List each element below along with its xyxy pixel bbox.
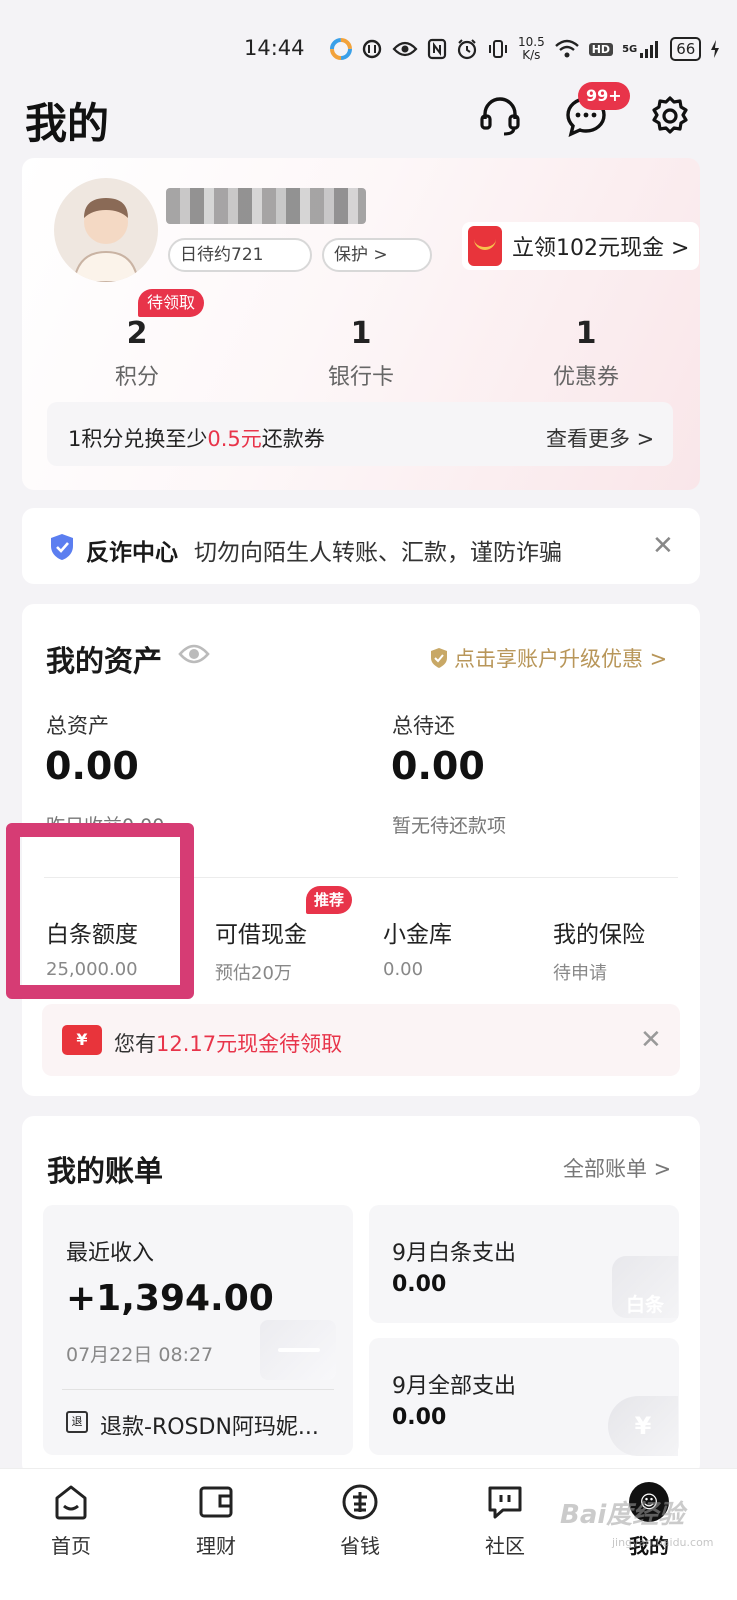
- stat-coupons[interactable]: 1 优惠券: [511, 316, 661, 391]
- total-due-value[interactable]: 0.00: [391, 744, 485, 788]
- nfc-icon: [427, 38, 447, 60]
- page-title: 我的: [25, 99, 110, 148]
- total-due-label: 总待还: [392, 714, 455, 738]
- save-icon: [342, 1484, 378, 1520]
- quick-item-vault[interactable]: 小金库 0.00: [383, 915, 452, 980]
- arrow-left-icon: [260, 1320, 336, 1380]
- points-label: 积分: [114, 365, 159, 390]
- eye-icon[interactable]: [178, 640, 210, 672]
- quick-item-cash-loan[interactable]: 可借现金 预估20万: [215, 915, 307, 985]
- baitiao-spending-label: 9月白条支出: [392, 1241, 516, 1266]
- status-time: 14:44: [244, 36, 305, 60]
- insurance-status: 待申请: [553, 963, 607, 984]
- community-icon: [488, 1486, 522, 1519]
- points-value: 2: [126, 316, 148, 351]
- cash-promo-button[interactable]: 立领102元现金 >: [462, 222, 700, 270]
- account-upgrade-link[interactable]: 点击享账户升级优惠 >: [430, 643, 667, 673]
- eye-comfort-icon: [392, 40, 418, 58]
- refund-text: 退款-ROSDN阿玛妮...: [100, 1415, 319, 1440]
- quick-item-insurance[interactable]: 我的保险 待申请: [553, 915, 645, 985]
- cash-claim-text: 您有12.17元现金待领取: [114, 1032, 343, 1056]
- anti-fraud-title: 反诈中心: [86, 540, 178, 566]
- battery-indicator: 66: [670, 37, 702, 61]
- all-spending-label: 9月全部支出: [392, 1374, 516, 1399]
- bills-title: 我的账单: [47, 1154, 164, 1188]
- avatar[interactable]: [54, 178, 158, 282]
- hd-icon: HD: [588, 42, 614, 56]
- coupons-value: 1: [575, 316, 597, 351]
- watermark-url: jingyan.baidu.com: [612, 1536, 714, 1549]
- close-icon[interactable]: ✕: [640, 1027, 662, 1053]
- close-icon[interactable]: ✕: [652, 533, 674, 559]
- anti-fraud-text: 切勿向陌生人转账、汇款，谨防诈骗: [194, 540, 562, 566]
- wifi-icon: [554, 39, 580, 59]
- stat-points[interactable]: 2 积分: [62, 316, 212, 391]
- no-due-text: 暂无待还款项: [392, 815, 507, 837]
- insurance-label: 我的保险: [553, 922, 645, 948]
- data-saver-icon: [361, 38, 383, 60]
- headset-icon: [480, 97, 520, 136]
- recommend-badge: 推荐: [306, 886, 353, 914]
- bank-cards-value: 1: [350, 316, 372, 351]
- recent-income-label: 最近收入: [66, 1241, 155, 1266]
- yen-coin-icon: ¥: [608, 1396, 678, 1456]
- all-bills-link[interactable]: 全部账单 >: [563, 1153, 671, 1183]
- vibrate-icon: [487, 38, 509, 60]
- shield-icon: [48, 532, 76, 566]
- baitiao-spending-value: 0.00: [392, 1272, 447, 1297]
- alarm-icon: [456, 38, 478, 60]
- home-icon: [55, 1485, 87, 1520]
- bank-cards-label: 银行卡: [327, 365, 394, 390]
- cash-yen-icon: ¥: [62, 1025, 102, 1055]
- recent-income-time: 07月22日 08:27: [66, 1344, 214, 1366]
- pending-claim-badge: 待领取: [138, 289, 205, 317]
- settings-button[interactable]: [644, 90, 696, 142]
- cash-loan-estimate: 预估20万: [215, 963, 292, 984]
- username-redacted: [166, 188, 366, 224]
- cash-loan-label: 可借现金: [215, 922, 307, 948]
- tab-save-money[interactable]: 省钱: [300, 1482, 420, 1559]
- customer-service-button[interactable]: [474, 90, 526, 142]
- avatar-image: [72, 198, 140, 282]
- gear-icon: [652, 96, 688, 134]
- badge-shield-icon: [431, 648, 447, 668]
- tab-finance[interactable]: 理财: [156, 1482, 276, 1559]
- annotation-highlight-box: [6, 823, 194, 999]
- coupons-label: 优惠券: [552, 365, 619, 390]
- net-speed: 10.5 K/s: [518, 35, 545, 62]
- wallet-icon: [199, 1486, 233, 1518]
- signal-icon: 5G: [622, 39, 661, 59]
- points-exchange-text: 1积分兑换至少0.5元还款券: [68, 427, 325, 451]
- stat-bank-cards[interactable]: 1 银行卡: [286, 316, 436, 391]
- tab-community[interactable]: 社区: [445, 1482, 565, 1559]
- assets-title: 我的资产: [46, 644, 163, 678]
- view-more-link[interactable]: 查看更多 >: [546, 423, 654, 453]
- vault-value: 0.00: [383, 959, 424, 980]
- total-assets-value[interactable]: 0.00: [45, 744, 139, 788]
- tab-home[interactable]: 首页: [11, 1482, 131, 1559]
- member-tag[interactable]: 日待约721: [168, 238, 312, 272]
- baitiao-deco-icon: 白条: [612, 1256, 678, 1318]
- watermark-logo: Bai度经验: [560, 1500, 685, 1530]
- protection-tag[interactable]: 保护 >: [322, 238, 432, 272]
- all-spending-value: 0.00: [392, 1405, 447, 1430]
- app-colorwheel-icon: [330, 38, 352, 60]
- divider: [62, 1389, 334, 1390]
- vault-label: 小金库: [383, 922, 452, 948]
- recent-income-amount: +1,394.00: [66, 1278, 274, 1319]
- status-icons: 10.5 K/s HD 5G 66: [330, 34, 720, 64]
- message-count-badge: 99+: [578, 82, 630, 110]
- red-envelope-icon: [468, 226, 502, 266]
- refund-icon: 退: [66, 1411, 88, 1433]
- cash-promo-label: 立领102元现金 >: [512, 236, 690, 261]
- total-assets-label: 总资产: [46, 714, 109, 738]
- charging-icon: [710, 39, 720, 59]
